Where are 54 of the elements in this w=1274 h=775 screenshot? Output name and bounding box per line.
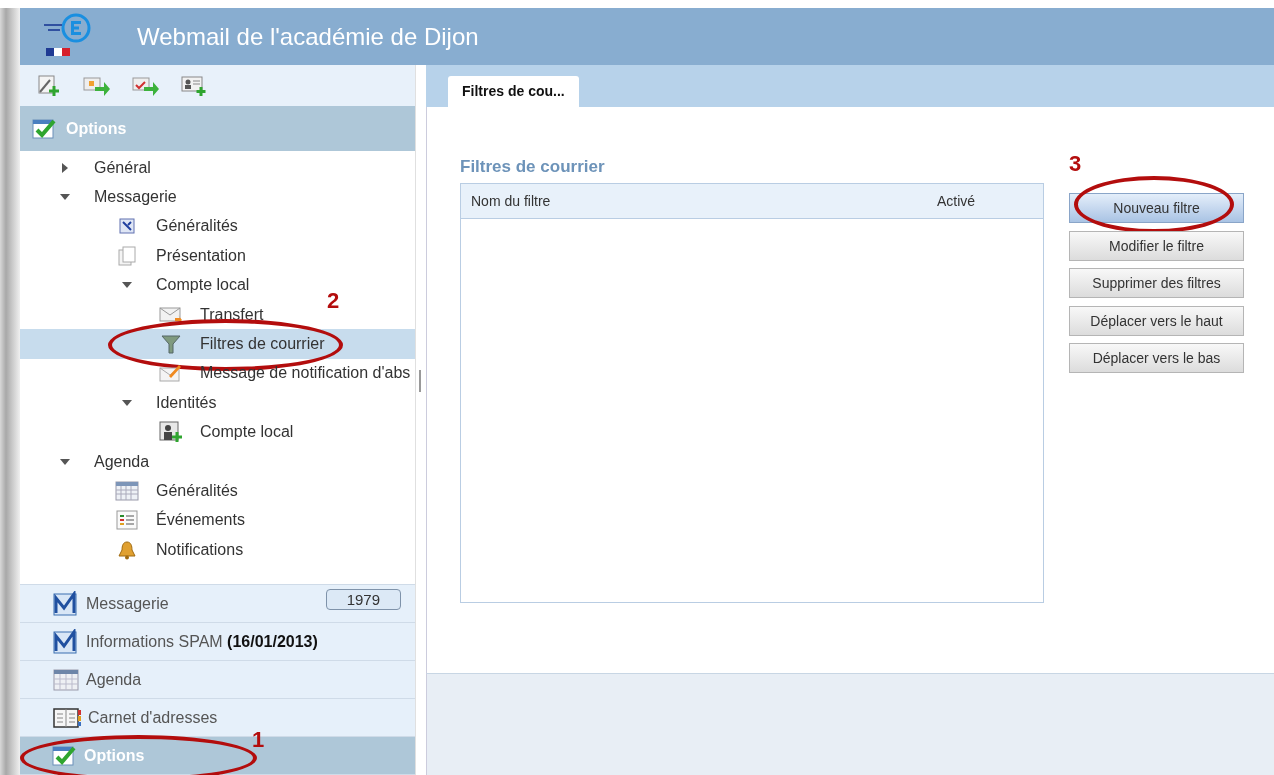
list-icon bbox=[116, 510, 138, 531]
calendar-icon bbox=[52, 667, 80, 692]
column-header[interactable]: Nom du filtre bbox=[461, 193, 937, 209]
action-button[interactable]: Déplacer vers le haut bbox=[1069, 305, 1244, 336]
splitter-handle[interactable] bbox=[419, 370, 421, 392]
tree-item[interactable]: Événements bbox=[20, 505, 245, 536]
caret-down-icon[interactable] bbox=[121, 281, 133, 290]
user-add-icon bbox=[159, 421, 183, 444]
nav-item[interactable]: Informations SPAM (16/01/2013) bbox=[20, 623, 415, 661]
mail-app-icon bbox=[52, 590, 80, 617]
envelope-pencil-icon bbox=[159, 363, 183, 384]
caret-down-icon[interactable] bbox=[121, 398, 133, 407]
tab[interactable]: Filtres de cou... bbox=[448, 76, 579, 107]
section-title: Filtres de courrier bbox=[460, 157, 606, 178]
annotation-number: 3 bbox=[1069, 151, 1082, 177]
tree-item[interactable]: Agenda bbox=[20, 446, 150, 477]
caret-right-icon[interactable] bbox=[61, 161, 69, 174]
annotation-number: 2 bbox=[327, 289, 340, 314]
checkbox-icon bbox=[32, 116, 58, 141]
tree-item[interactable]: Présentation bbox=[20, 241, 246, 271]
contact-add-icon[interactable] bbox=[181, 74, 207, 97]
tree-item[interactable]: Généralités bbox=[20, 211, 238, 242]
action-button[interactable]: Nouveau filtre bbox=[1069, 193, 1244, 223]
tree-item[interactable]: Compte local bbox=[20, 270, 250, 300]
tree-item[interactable]: Notifications bbox=[20, 535, 244, 565]
pages-icon bbox=[117, 245, 137, 266]
calendar-icon bbox=[115, 481, 139, 501]
mail-app-icon bbox=[52, 628, 80, 655]
tree-item[interactable]: Généralités bbox=[20, 476, 238, 506]
document-icon bbox=[118, 217, 136, 236]
tree-item[interactable]: Général bbox=[20, 153, 151, 183]
action-button[interactable]: Modifier le filtre bbox=[1069, 230, 1244, 261]
caret-down-icon[interactable] bbox=[59, 193, 71, 202]
panel-title: Options bbox=[66, 119, 127, 138]
checkbox-icon bbox=[52, 743, 78, 768]
count-badge: 1979 bbox=[325, 589, 401, 610]
export-icon[interactable] bbox=[132, 74, 160, 97]
nav-item[interactable]: Agenda bbox=[20, 661, 415, 699]
bell-icon bbox=[117, 539, 137, 560]
nav-item[interactable]: Messagerie 1979 bbox=[20, 585, 415, 623]
new-item-icon[interactable] bbox=[36, 73, 62, 98]
funnel-icon bbox=[161, 334, 181, 355]
column-header[interactable]: Activé bbox=[937, 193, 1043, 209]
tree-item[interactable]: Identités bbox=[20, 388, 217, 418]
caret-down-icon[interactable] bbox=[59, 457, 71, 466]
tree-item[interactable]: Messagerie bbox=[20, 182, 177, 212]
tree-item[interactable]: Filtres de courrier bbox=[20, 329, 415, 359]
action-button[interactable]: Déplacer vers le bas bbox=[1069, 343, 1244, 373]
app-title: Webmail de l'académie de Dijon bbox=[137, 22, 479, 51]
address-book-icon bbox=[52, 706, 82, 729]
tree-item[interactable]: Compte local bbox=[20, 417, 294, 447]
envelope-icon bbox=[159, 305, 183, 324]
tree-item[interactable]: Transfert bbox=[20, 299, 264, 330]
action-button[interactable]: Supprimer des filtres bbox=[1069, 268, 1244, 298]
